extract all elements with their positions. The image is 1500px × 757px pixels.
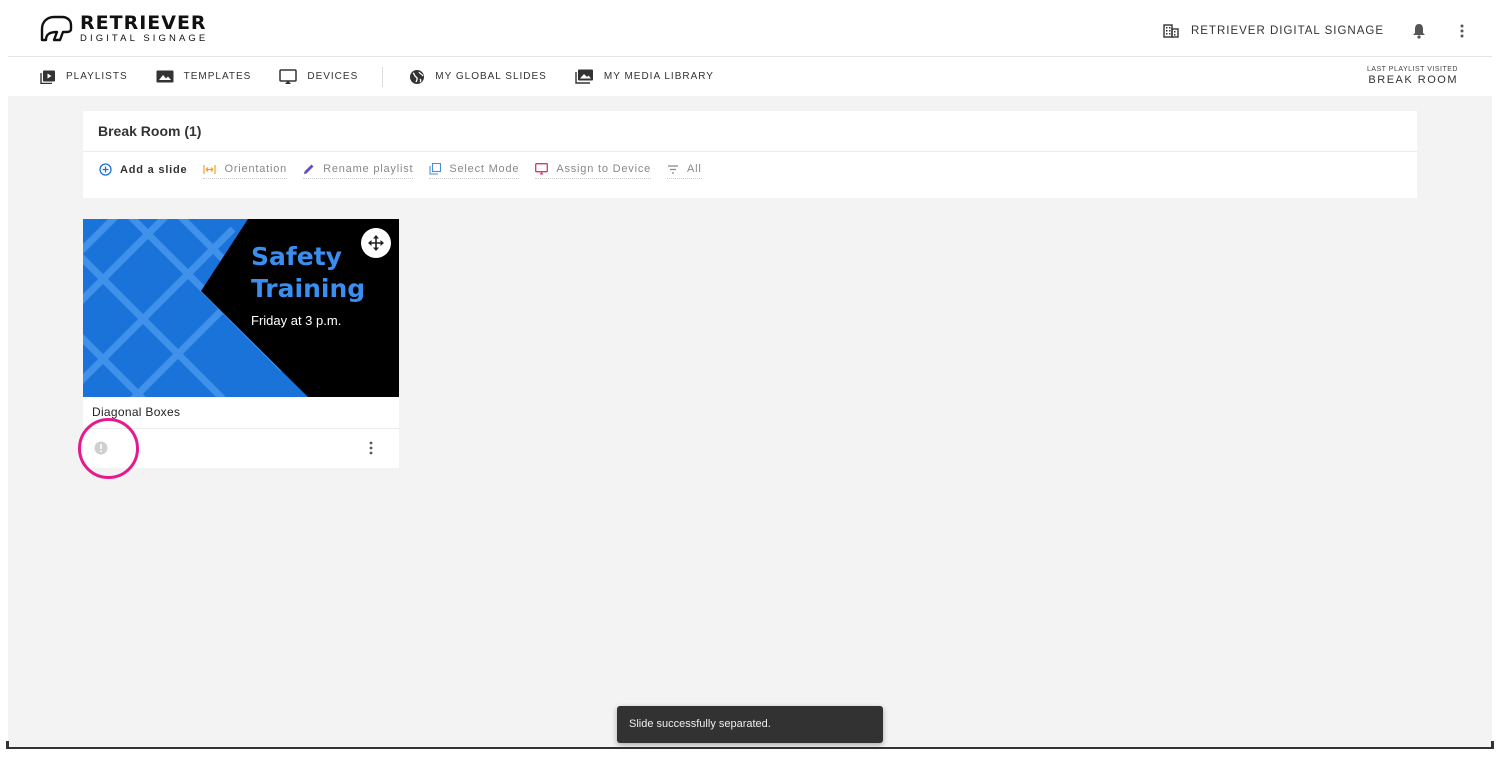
image-icon: [156, 70, 174, 83]
add-slide-label: Add a slide: [120, 163, 188, 176]
retriever-logo-icon: [40, 15, 73, 42]
notification-bell-icon[interactable]: [1412, 23, 1426, 39]
nav-devices-label: DEVICES: [307, 71, 359, 82]
organization-name: RETRIEVER DIGITAL SIGNAGE: [1190, 25, 1384, 37]
nav-templates[interactable]: TEMPLATES: [156, 70, 252, 83]
slide-headline-line1: Safety: [251, 242, 342, 271]
panel-divider: [83, 151, 1417, 152]
more-options-icon[interactable]: [1460, 24, 1464, 38]
select-mode-icon: [429, 163, 442, 175]
playlist-title: Break Room (1): [98, 123, 202, 139]
slide-more-options-icon[interactable]: [369, 441, 373, 455]
add-slide-button[interactable]: Add a slide: [99, 163, 187, 179]
move-slide-button[interactable]: [361, 228, 391, 258]
nav-my-global-slides-label: MY GLOBAL SLIDES: [435, 71, 547, 82]
last-playlist-label: LAST PLAYLIST VISITED: [1366, 66, 1458, 73]
building-icon: [1163, 24, 1179, 38]
playlist-panel: Break Room (1) Add a slide Orientation R…: [83, 111, 1417, 198]
nav-templates-label: TEMPLATES: [183, 71, 252, 82]
snackbar-message: Slide successfully separated.: [629, 718, 771, 730]
filter-icon: [668, 164, 679, 174]
assign-to-device-label: Assign to Device: [556, 163, 652, 175]
app-frame: RETRIEVER DIGITAL SIGNAGE RETRIEVER DIGI…: [6, 0, 1494, 749]
brand-name: RETRIEVER: [80, 12, 207, 35]
select-mode-label: Select Mode: [449, 163, 520, 175]
slide-thumbnail-artwork: Safety Training Friday at 3 p.m.: [83, 219, 399, 397]
main-nav: PLAYLISTS TEMPLATES DEVICES MY GLOBAL SL…: [40, 57, 742, 96]
cast-icon: [535, 163, 549, 175]
last-playlist-value: BREAK ROOM: [1368, 74, 1458, 86]
filter-all-button[interactable]: All: [667, 163, 702, 179]
nav-my-media-library-label: MY MEDIA LIBRARY: [603, 71, 714, 82]
slide-name: Diagonal Boxes: [92, 405, 181, 419]
pencil-icon: [304, 164, 314, 174]
top-bar: RETRIEVER DIGITAL SIGNAGE RETRIEVER DIGI…: [8, 0, 1492, 57]
assign-to-device-button[interactable]: Assign to Device: [535, 163, 652, 179]
slide-headline-line2: Training: [251, 274, 365, 303]
slide-subline: Friday at 3 p.m.: [251, 313, 341, 328]
orientation-icon: [203, 164, 217, 174]
orientation-label: Orientation: [224, 163, 288, 175]
brand-subtitle: DIGITAL SIGNAGE: [80, 33, 209, 45]
filter-all-label: All: [687, 163, 702, 175]
playlist-actions: Add a slide Orientation Rename playlist: [99, 163, 718, 179]
nav-playlists-label: PLAYLISTS: [66, 71, 128, 82]
rename-playlist-button[interactable]: Rename playlist: [303, 163, 414, 179]
nav-playlists[interactable]: PLAYLISTS: [40, 70, 128, 84]
nav-my-global-slides[interactable]: MY GLOBAL SLIDES: [409, 69, 547, 85]
nav-devices[interactable]: DEVICES: [279, 68, 359, 85]
media-library-icon: [575, 69, 593, 84]
highlight-circle-annotation: [78, 418, 139, 479]
nav-my-media-library[interactable]: MY MEDIA LIBRARY: [575, 69, 714, 84]
snackbar: Slide successfully separated.: [617, 706, 883, 743]
last-playlist-visited[interactable]: LAST PLAYLIST VISITED BREAK ROOM: [1367, 66, 1458, 86]
main-nav-bar: PLAYLISTS TEMPLATES DEVICES MY GLOBAL SL…: [8, 57, 1492, 96]
globe-icon: [410, 69, 425, 84]
nav-separator: [382, 66, 384, 87]
slide-thumbnail[interactable]: Safety Training Friday at 3 p.m.: [83, 219, 399, 397]
drag-move-icon: [368, 235, 384, 251]
brand-logo[interactable]: RETRIEVER DIGITAL SIGNAGE: [38, 14, 208, 44]
rename-playlist-label: Rename playlist: [323, 163, 414, 175]
organization-switcher[interactable]: RETRIEVER DIGITAL SIGNAGE: [1163, 24, 1384, 38]
monitor-icon: [279, 68, 298, 84]
select-mode-button[interactable]: Select Mode: [429, 163, 520, 179]
orientation-button[interactable]: Orientation: [203, 163, 288, 179]
playlist-icon: [40, 70, 55, 84]
add-circle-icon: [99, 163, 112, 176]
